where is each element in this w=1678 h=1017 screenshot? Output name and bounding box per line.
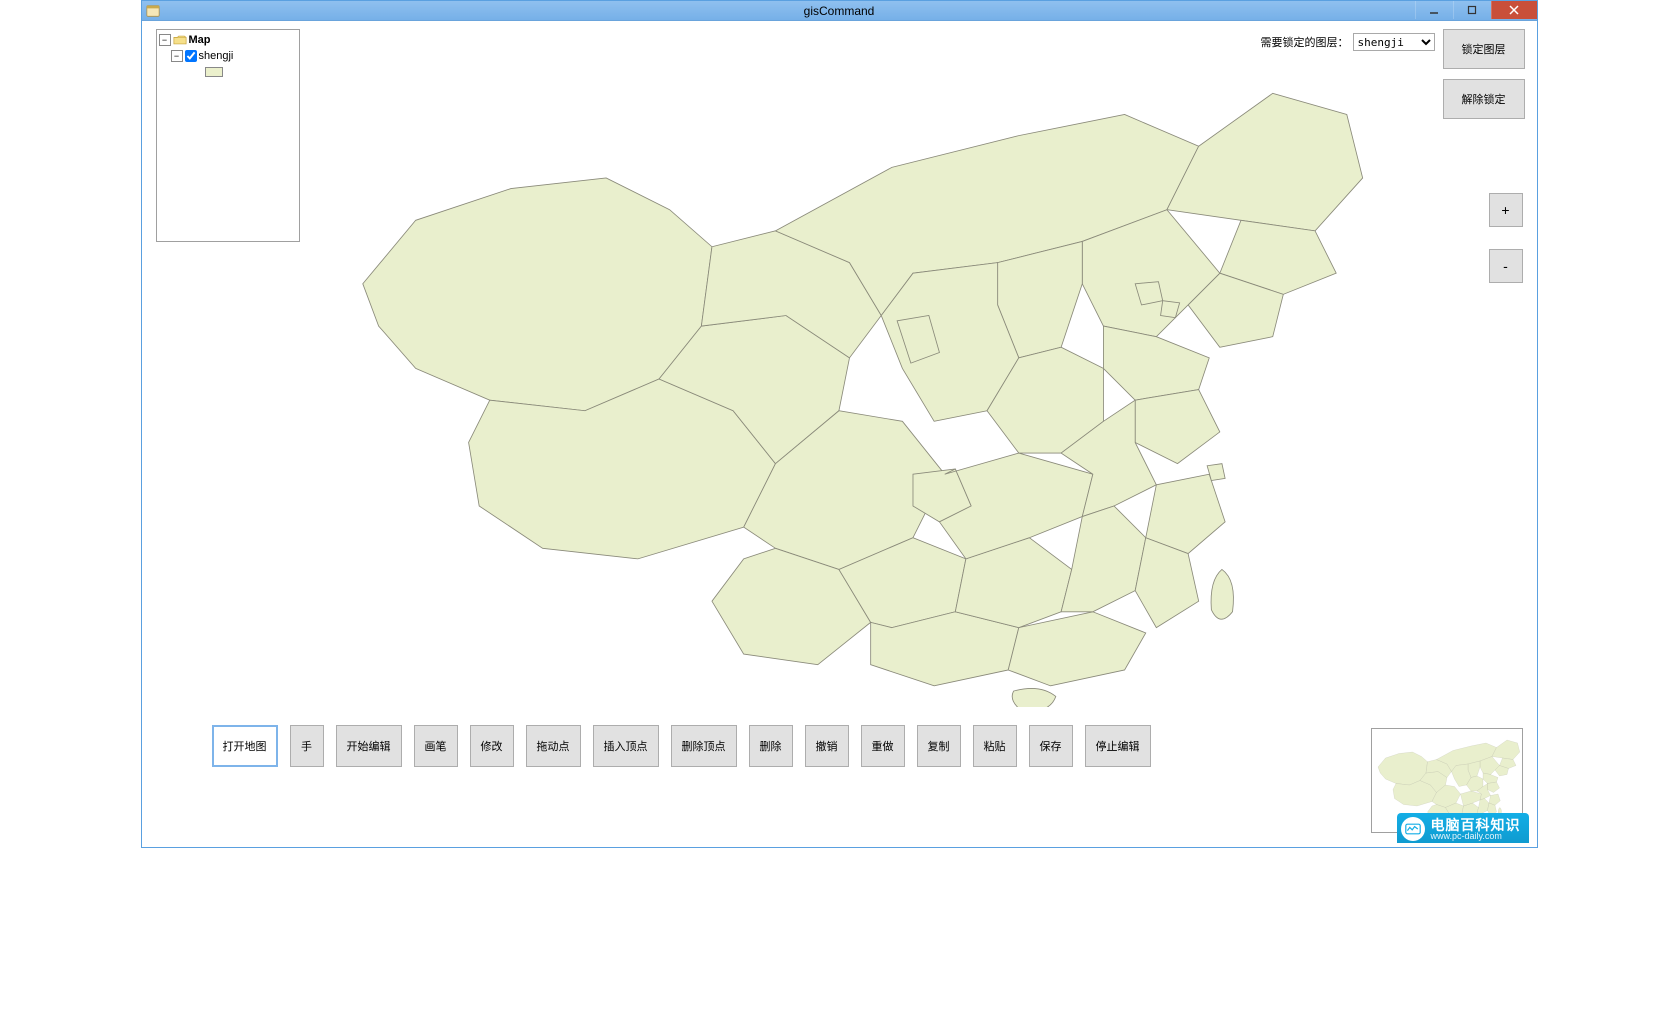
zoom-in-button[interactable]: +	[1489, 193, 1523, 227]
layer-panel: − Map − shengji	[156, 29, 300, 242]
app-icon	[146, 4, 160, 18]
save-button[interactable]: 保存	[1029, 725, 1073, 767]
folder-icon	[173, 34, 187, 46]
collapse-icon[interactable]: −	[171, 50, 183, 62]
tree-legend-row	[159, 64, 297, 80]
client-area: − Map − shengji 需要锁定的图层：	[142, 21, 1537, 847]
watermark-icon	[1401, 817, 1425, 841]
tree-root-row[interactable]: − Map	[159, 32, 297, 48]
copy-button[interactable]: 复制	[917, 725, 961, 767]
unlock-layer-button[interactable]: 解除锁定	[1443, 79, 1525, 119]
lock-layer-select[interactable]: shengji	[1353, 33, 1435, 51]
titlebar: gisCommand	[142, 1, 1537, 21]
lock-layer-button[interactable]: 锁定图层	[1443, 29, 1525, 69]
start-edit-button[interactable]: 开始编辑	[336, 725, 402, 767]
legend-swatch	[205, 67, 223, 77]
watermark-title: 电脑百科知识	[1431, 818, 1521, 832]
right-controls: 锁定图层 解除锁定	[1443, 29, 1525, 119]
tree-root-label: Map	[189, 32, 211, 48]
hand-tool-button[interactable]: 手	[290, 725, 324, 767]
collapse-icon[interactable]: −	[159, 34, 171, 46]
close-button[interactable]	[1491, 1, 1537, 19]
tree-layer-row[interactable]: − shengji	[159, 48, 297, 64]
zoom-controls: + -	[1489, 193, 1523, 283]
redo-button[interactable]: 重做	[861, 725, 905, 767]
app-window: gisCommand − M	[141, 0, 1538, 848]
zoom-out-button[interactable]: -	[1489, 249, 1523, 283]
window-title: gisCommand	[804, 4, 875, 18]
layer-visibility-checkbox[interactable]	[185, 50, 197, 62]
layer-name-label: shengji	[199, 48, 234, 64]
window-controls	[1415, 1, 1537, 20]
brush-button[interactable]: 画笔	[414, 725, 458, 767]
delete-vertex-button[interactable]: 删除顶点	[671, 725, 737, 767]
stop-edit-button[interactable]: 停止编辑	[1085, 725, 1151, 767]
lock-layer-label: 需要锁定的图层：	[1261, 34, 1349, 50]
map-canvas[interactable]	[312, 51, 1387, 707]
modify-button[interactable]: 修改	[470, 725, 514, 767]
paste-button[interactable]: 粘贴	[973, 725, 1017, 767]
toolbar: 打开地图 手 开始编辑 画笔 修改 拖动点 插入顶点 删除顶点 删除 撤销 重做…	[212, 725, 1151, 767]
maximize-button[interactable]	[1453, 1, 1491, 19]
minimize-button[interactable]	[1415, 1, 1453, 19]
insert-vertex-button[interactable]: 插入顶点	[593, 725, 659, 767]
lock-layer-row: 需要锁定的图层： shengji	[1261, 33, 1435, 51]
open-map-button[interactable]: 打开地图	[212, 725, 278, 767]
watermark-badge: 电脑百科知识 www.pc-daily.com	[1397, 813, 1529, 843]
watermark-url: www.pc-daily.com	[1431, 832, 1521, 841]
delete-button[interactable]: 删除	[749, 725, 793, 767]
drag-point-button[interactable]: 拖动点	[526, 725, 581, 767]
undo-button[interactable]: 撤销	[805, 725, 849, 767]
